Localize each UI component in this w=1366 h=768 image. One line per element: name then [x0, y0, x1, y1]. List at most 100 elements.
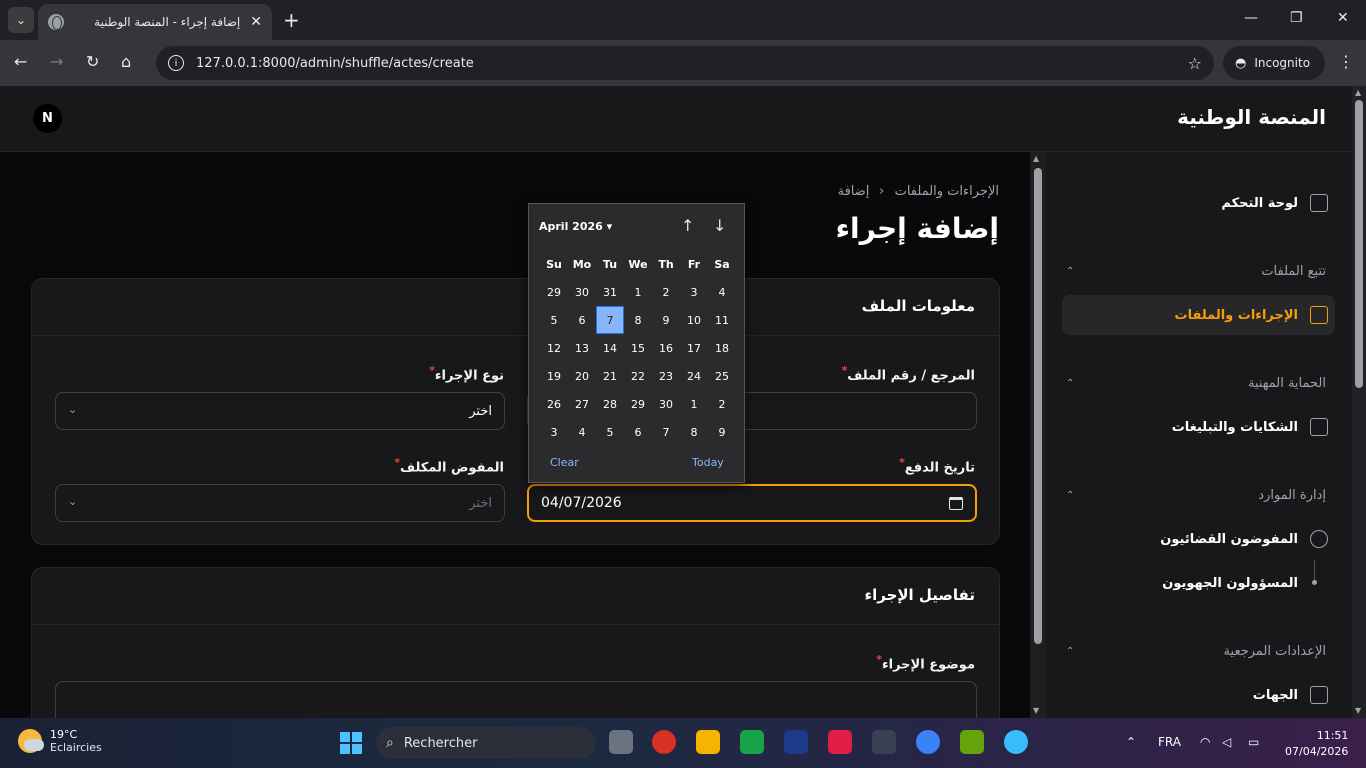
page-scrollbar[interactable]: ▲ ▼: [1352, 86, 1366, 718]
next-month-icon[interactable]: ↓: [713, 216, 726, 235]
browser-tab[interactable]: إضافة إجراء - المنصة الوطنية ✕: [38, 4, 272, 40]
calendar-day[interactable]: 25: [708, 362, 736, 390]
git-icon[interactable]: [828, 730, 852, 754]
calendar-day[interactable]: 29: [540, 278, 568, 306]
cloud-app-icon[interactable]: [916, 730, 940, 754]
calendar-day[interactable]: 28: [596, 390, 624, 418]
bookmark-star-icon[interactable]: ☆: [1188, 54, 1202, 73]
forward-button[interactable]: →: [50, 52, 63, 71]
calendar-day[interactable]: 20: [568, 362, 596, 390]
chevron-up-icon[interactable]: ⌃: [1066, 378, 1074, 389]
volume-icon[interactable]: ◁: [1222, 735, 1231, 749]
scrollbar-thumb[interactable]: [1355, 100, 1363, 388]
sidebar-group-tracking[interactable]: تتبع الملفات ⌃: [1066, 260, 1326, 282]
close-tab-icon[interactable]: ✕: [250, 14, 262, 30]
wifi-icon[interactable]: ◠: [1200, 735, 1210, 749]
chevron-up-icon[interactable]: ⌃: [1066, 646, 1074, 657]
calendar-day[interactable]: 30: [652, 390, 680, 418]
lambda-app-icon[interactable]: [960, 730, 984, 754]
calendar-day[interactable]: 3: [540, 418, 568, 446]
previous-month-icon[interactable]: ↑: [681, 216, 694, 235]
calendar-day[interactable]: 8: [680, 418, 708, 446]
chevron-up-icon[interactable]: ⌃: [1066, 266, 1074, 277]
calendar-day[interactable]: 8: [624, 306, 652, 334]
today-button[interactable]: Today: [692, 456, 724, 469]
system-clock[interactable]: 11:51 07/04/2026: [1285, 728, 1348, 760]
task-view-icon[interactable]: [609, 730, 633, 754]
calendar-day[interactable]: 18: [708, 334, 736, 362]
assigned-agent-select[interactable]: اختر ⌄: [55, 484, 505, 522]
calendar-icon[interactable]: [949, 496, 963, 510]
calendar-day[interactable]: 16: [652, 334, 680, 362]
calendar-day[interactable]: 7: [652, 418, 680, 446]
calendar-day[interactable]: 22: [624, 362, 652, 390]
sidebar-item-dashboard[interactable]: لوحة التحكم: [1221, 192, 1328, 214]
scroll-up-icon[interactable]: ▲: [1033, 154, 1039, 163]
tab-search-button[interactable]: ⌄: [8, 7, 34, 33]
calendar-day[interactable]: 5: [596, 418, 624, 446]
calendar-day[interactable]: 1: [680, 390, 708, 418]
calendar-day[interactable]: 3: [680, 278, 708, 306]
arc-icon[interactable]: [784, 730, 808, 754]
close-window-button[interactable]: ✕: [1337, 10, 1349, 26]
sidebar-item-agents[interactable]: المفوضون القضائيون: [1160, 528, 1328, 550]
month-selector[interactable]: April 2026 ▾: [539, 220, 612, 233]
calendar-day[interactable]: 27: [568, 390, 596, 418]
calendar-day[interactable]: 13: [568, 334, 596, 362]
payment-date-input[interactable]: 04/07/2026: [527, 484, 977, 522]
calendar-day[interactable]: 6: [568, 306, 596, 334]
spreadsheet-icon[interactable]: [740, 730, 764, 754]
chevron-up-icon[interactable]: ⌃: [1066, 490, 1074, 501]
procedure-type-select[interactable]: اختر ⌄: [55, 392, 505, 430]
restore-button[interactable]: ❐: [1290, 10, 1303, 26]
calendar-day[interactable]: 2: [708, 390, 736, 418]
back-button[interactable]: ←: [14, 52, 27, 71]
battery-icon[interactable]: ▭: [1248, 735, 1259, 749]
calendar-day[interactable]: 4: [708, 278, 736, 306]
calendar-day[interactable]: 12: [540, 334, 568, 362]
sidebar-item-entities[interactable]: الجهات: [1253, 684, 1328, 706]
calendar-day[interactable]: 23: [652, 362, 680, 390]
incognito-badge[interactable]: ◓ Incognito: [1223, 46, 1325, 80]
scrollbar-thumb[interactable]: [1034, 168, 1042, 644]
calendar-day[interactable]: 14: [596, 334, 624, 362]
chrome-icon[interactable]: [652, 730, 676, 754]
site-info-icon[interactable]: i: [168, 55, 184, 71]
weather-widget[interactable]: 19°C Eclaircies: [18, 728, 102, 754]
scroll-up-icon[interactable]: ▲: [1355, 88, 1361, 97]
breadcrumb-parent[interactable]: الإجراءات والملفات: [895, 184, 999, 199]
tray-overflow-icon[interactable]: ⌃: [1126, 735, 1136, 749]
sidebar-item-procedures[interactable]: الإجراءات والملفات: [1175, 304, 1328, 326]
calendar-day[interactable]: 21: [596, 362, 624, 390]
calendar-day[interactable]: 24: [680, 362, 708, 390]
scroll-down-icon[interactable]: ▼: [1355, 706, 1361, 715]
paint-icon[interactable]: [1004, 730, 1028, 754]
calendar-day[interactable]: 31: [596, 278, 624, 306]
sidebar-item-complaints[interactable]: الشكايات والتبليغات: [1172, 416, 1328, 438]
calendar-day[interactable]: 11: [708, 306, 736, 334]
clear-date-button[interactable]: Clear: [550, 456, 579, 469]
calendar-day[interactable]: 30: [568, 278, 596, 306]
file-explorer-icon[interactable]: [696, 730, 720, 754]
calendar-day[interactable]: 5: [540, 306, 568, 334]
calendar-day[interactable]: 19: [540, 362, 568, 390]
calendar-day[interactable]: 10: [680, 306, 708, 334]
taskbar-search[interactable]: ⌕ Rechercher: [376, 727, 596, 759]
terminal-icon[interactable]: [872, 730, 896, 754]
user-avatar[interactable]: N: [33, 104, 62, 133]
subject-textarea[interactable]: [55, 681, 977, 718]
calendar-day[interactable]: 17: [680, 334, 708, 362]
home-button[interactable]: ⌂: [121, 52, 131, 71]
browser-menu-icon[interactable]: ⋮: [1338, 52, 1354, 71]
calendar-day[interactable]: 15: [624, 334, 652, 362]
scroll-down-icon[interactable]: ▼: [1033, 706, 1039, 715]
windows-start-icon[interactable]: [340, 732, 362, 754]
calendar-day[interactable]: 9: [708, 418, 736, 446]
address-bar[interactable]: i 127.0.0.1:8000/admin/shuffle/actes/cre…: [156, 46, 1214, 80]
brand-title[interactable]: المنصة الوطنية: [1177, 105, 1326, 129]
sidebar-item-regional[interactable]: المسؤولون الجهويون: [1162, 572, 1298, 594]
calendar-day[interactable]: 9: [652, 306, 680, 334]
calendar-day[interactable]: 4: [568, 418, 596, 446]
calendar-day[interactable]: 2: [652, 278, 680, 306]
language-indicator[interactable]: FRA: [1158, 735, 1181, 749]
